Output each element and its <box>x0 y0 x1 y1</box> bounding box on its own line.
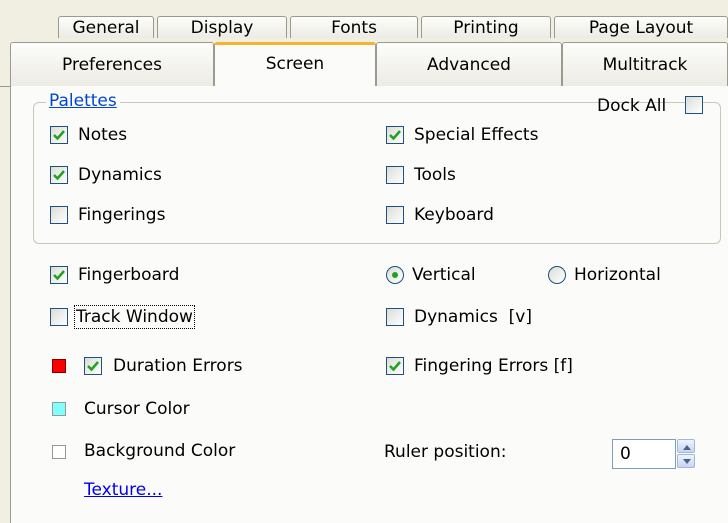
fingering-errors-checkbox[interactable] <box>386 357 404 375</box>
dynamics-v-label: Dynamics [v] <box>414 307 532 327</box>
ruler-position-input[interactable]: 0 <box>612 439 676 469</box>
dynamics-label: Dynamics <box>78 165 162 185</box>
keyboard-checkbox[interactable] <box>386 206 404 224</box>
keyboard-label: Keyboard <box>414 205 494 225</box>
tab-screen[interactable]: Screen <box>214 42 376 86</box>
tab-general[interactable]: General <box>58 16 154 38</box>
palettes-group-label: Palettes <box>46 90 120 112</box>
dynamics-checkbox[interactable] <box>50 166 68 184</box>
tab-preferences[interactable]: Preferences <box>10 42 214 86</box>
dock-all-checkbox[interactable] <box>685 96 703 114</box>
fingerings-checkbox[interactable] <box>50 206 68 224</box>
tab-label: Preferences <box>62 55 162 75</box>
background-color-swatch[interactable] <box>52 445 66 459</box>
check-icon <box>389 130 401 141</box>
check-icon <box>53 170 65 181</box>
spin-down-button[interactable] <box>677 454 695 468</box>
tab-label: Advanced <box>427 55 511 75</box>
vertical-radio[interactable] <box>386 266 404 284</box>
dynamics-v-checkbox[interactable] <box>386 308 404 326</box>
tab-label: Display <box>190 18 254 38</box>
track-window-label: Track Window <box>74 305 195 329</box>
special-effects-label: Special Effects <box>414 125 539 145</box>
tools-checkbox[interactable] <box>386 166 404 184</box>
down-arrow-icon <box>683 459 691 464</box>
check-icon <box>87 361 99 372</box>
tab-label: Page Layout <box>588 18 694 38</box>
track-window-checkbox[interactable] <box>50 308 68 326</box>
tab-label: Printing <box>453 18 519 38</box>
vertical-label: Vertical <box>412 265 476 285</box>
check-icon <box>389 361 401 372</box>
horizontal-radio[interactable] <box>548 266 566 284</box>
fingerboard-checkbox[interactable] <box>50 266 68 284</box>
special-effects-checkbox[interactable] <box>386 126 404 144</box>
check-icon <box>53 270 65 281</box>
background-color-label: Background Color <box>84 441 236 461</box>
duration-errors-label: Duration Errors <box>113 356 243 376</box>
notes-label: Notes <box>78 125 128 145</box>
tab-display[interactable]: Display <box>157 16 287 38</box>
radio-dot-icon <box>392 272 398 278</box>
texture-link[interactable]: Texture... <box>84 480 162 500</box>
tab-printing[interactable]: Printing <box>421 16 551 38</box>
duration-errors-checkbox[interactable] <box>84 357 102 375</box>
fingerboard-label: Fingerboard <box>78 265 180 285</box>
tools-label: Tools <box>414 165 456 185</box>
dock-all-label: Dock All <box>597 96 667 116</box>
tab-label: Screen <box>265 54 325 74</box>
spin-up-button[interactable] <box>677 439 695 453</box>
duration-errors-color-swatch[interactable] <box>52 359 66 373</box>
up-arrow-icon <box>683 445 691 450</box>
tab-label: Multitrack <box>602 55 688 75</box>
cursor-color-swatch[interactable] <box>52 402 66 416</box>
fingering-errors-label: Fingering Errors [f] <box>414 356 573 376</box>
fingerings-label: Fingerings <box>78 205 166 225</box>
notes-checkbox[interactable] <box>50 126 68 144</box>
cursor-color-label: Cursor Color <box>84 399 190 419</box>
tab-advanced[interactable]: Advanced <box>376 42 562 86</box>
ruler-position-label: Ruler position: <box>384 442 507 462</box>
check-icon <box>53 130 65 141</box>
tab-multitrack[interactable]: Multitrack <box>562 42 728 86</box>
tab-label: General <box>72 18 140 38</box>
tab-page-layout[interactable]: Page Layout <box>554 16 728 38</box>
tab-fonts[interactable]: Fonts <box>290 16 418 38</box>
tab-label: Fonts <box>331 18 377 38</box>
horizontal-label: Horizontal <box>574 265 661 285</box>
